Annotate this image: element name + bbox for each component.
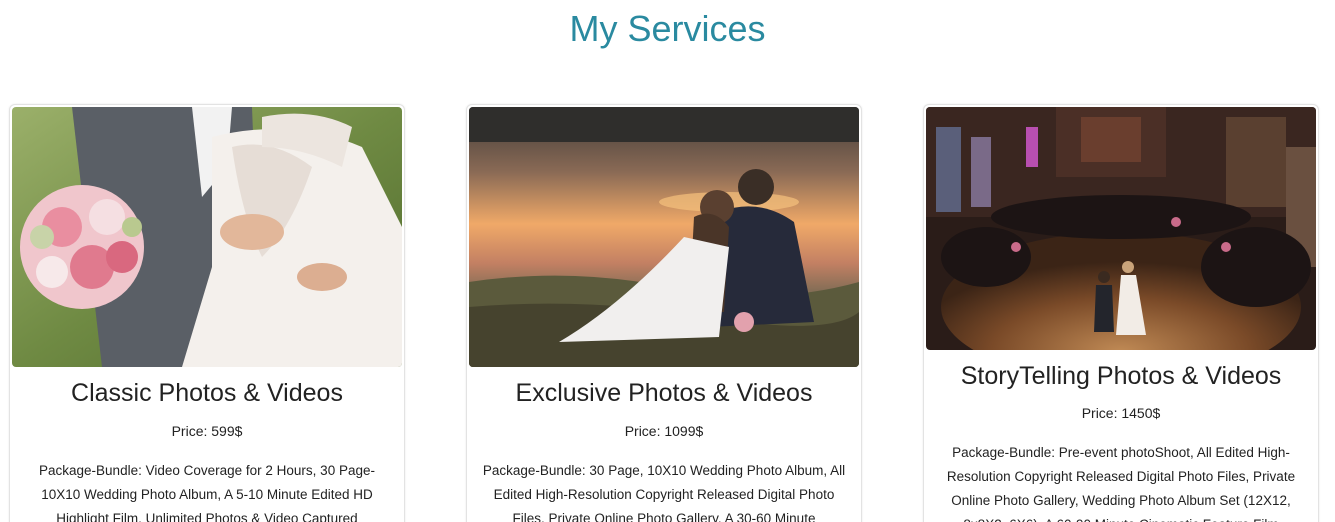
service-price-classic: Price: 599$ (171, 423, 243, 439)
service-card-classic: Classic Photos & Videos Price: 599$ Pack… (9, 104, 405, 522)
service-description-exclusive: Package-Bundle: 30 Page, 10X10 Wedding P… (482, 463, 846, 522)
service-card-storytelling: StoryTelling Photos & Videos Price: 1450… (923, 104, 1319, 522)
service-image-exclusive (469, 107, 859, 367)
services-page: My Services Classic Photos & Videos Pric… (0, 0, 1335, 522)
service-title-classic: Classic Photos & Videos (71, 379, 343, 407)
service-description-classic: Package-Bundle: Video Coverage for 2 Hou… (39, 463, 375, 522)
service-card-exclusive: Exclusive Photos & Videos Price: 1099$ P… (466, 104, 862, 522)
service-description-storytelling: Package-Bundle: Pre-event photoShoot, Al… (946, 445, 1296, 522)
service-title-exclusive: Exclusive Photos & Videos (515, 379, 813, 407)
section-title: My Services (569, 8, 766, 49)
service-image-storytelling (926, 107, 1316, 350)
service-price-exclusive: Price: 1099$ (624, 423, 704, 439)
service-title-storytelling: StoryTelling Photos & Videos (960, 362, 1282, 390)
service-image-classic (12, 107, 402, 367)
service-price-storytelling: Price: 1450$ (1081, 405, 1161, 421)
